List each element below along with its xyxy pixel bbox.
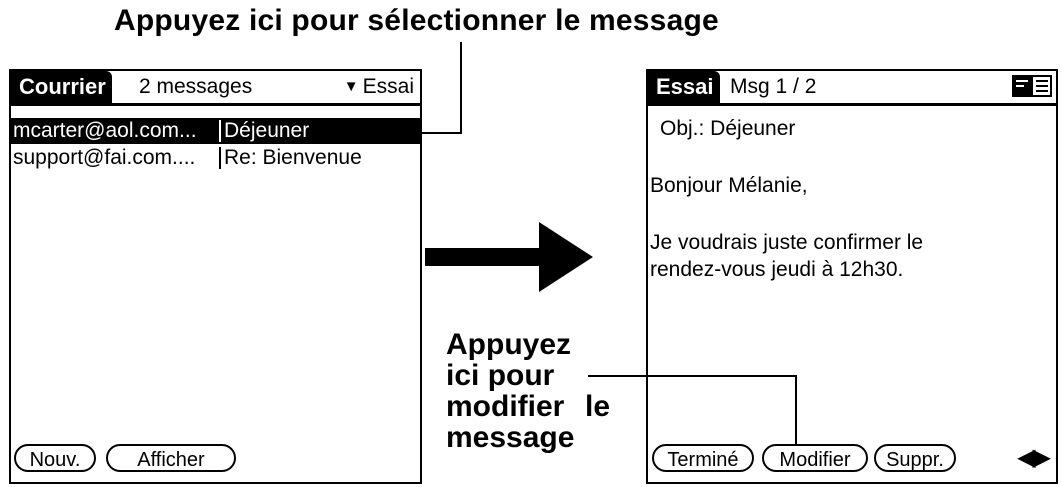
callout-line: le bbox=[585, 390, 611, 423]
column-separator bbox=[219, 120, 221, 142]
message-subject: Déjeuner bbox=[224, 119, 310, 142]
message-row[interactable]: support@fai.com.... Re: Bienvenue bbox=[11, 145, 420, 171]
title-bar: Essai Msg 1 / 2 bbox=[648, 71, 1056, 106]
message-body-line: rendez-vous jeudi à 12h30. bbox=[650, 258, 904, 281]
message-body-line: Bonjour Mélanie, bbox=[650, 174, 808, 197]
right-arrow-icon bbox=[425, 222, 593, 292]
message-view-screen: Essai Msg 1 / 2 Obj.: Déjeuner Bonjour M… bbox=[646, 69, 1058, 484]
message-row[interactable]: mcarter@aol.com... Déjeuner bbox=[11, 118, 420, 144]
caption-connector-horizontal bbox=[418, 132, 462, 134]
category-dropdown[interactable]: ▼ Essai bbox=[344, 75, 414, 99]
message-body-line: Je voudrais juste confirmer le bbox=[650, 231, 924, 254]
view-toggle[interactable] bbox=[1012, 75, 1052, 97]
header-view-icon[interactable] bbox=[1012, 75, 1031, 97]
new-button[interactable]: Nouv. bbox=[14, 444, 96, 472]
message-from: support@fai.com.... bbox=[13, 146, 196, 169]
column-separator bbox=[219, 147, 221, 169]
caption-connector-vertical bbox=[460, 42, 462, 134]
category-title: Essai bbox=[648, 71, 720, 103]
show-button[interactable]: Afficher bbox=[106, 444, 236, 472]
callout-line: message bbox=[446, 421, 575, 454]
message-subject: Obj.: Déjeuner bbox=[660, 117, 796, 140]
message-index: Msg 1 / 2 bbox=[730, 75, 817, 98]
done-button[interactable]: Terminé bbox=[652, 444, 754, 472]
dropdown-triangle-icon: ▼ bbox=[343, 78, 359, 95]
callout-line: ici pour bbox=[446, 359, 555, 392]
title-bar: Courrier 2 messages ▼ Essai bbox=[11, 71, 420, 106]
message-count: 2 messages bbox=[139, 75, 253, 98]
message-subject: Re: Bienvenue bbox=[224, 146, 362, 169]
mail-list-screen: Courrier 2 messages ▼ Essai mcarter@aol.c… bbox=[9, 69, 422, 484]
top-caption: Appuyez ici pour sélectionner le message bbox=[114, 4, 719, 37]
callout-line: Appuyez bbox=[446, 328, 572, 361]
app-title[interactable]: Courrier bbox=[11, 71, 112, 103]
callout-line: modifier bbox=[446, 390, 565, 423]
delete-button[interactable]: Suppr. bbox=[874, 444, 956, 472]
category-label: Essai bbox=[362, 75, 414, 98]
message-from: mcarter@aol.com... bbox=[13, 119, 197, 142]
callout-connector-horizontal bbox=[588, 375, 797, 377]
prev-next-arrows-icon[interactable]: ◀▶ bbox=[1017, 444, 1051, 472]
edit-button[interactable]: Modifier bbox=[762, 444, 868, 472]
full-view-icon[interactable] bbox=[1030, 75, 1052, 97]
callout-connector-vertical bbox=[795, 375, 797, 445]
